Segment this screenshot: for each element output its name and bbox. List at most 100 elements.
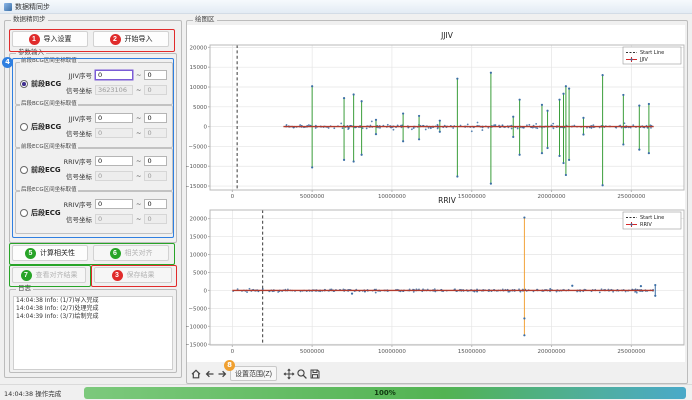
- svg-text:RRIV: RRIV: [640, 222, 652, 228]
- jjiv-index-to-input[interactable]: [144, 113, 167, 123]
- svg-text:5000: 5000: [193, 105, 207, 111]
- radio-button[interactable]: [20, 80, 28, 88]
- field-label: RRIV序号: [60, 156, 92, 166]
- sync-panel-title: 数据精同步: [11, 16, 48, 23]
- save-result-button[interactable]: 3 保存结果: [94, 267, 172, 283]
- field-label: 信号坐标: [60, 171, 92, 181]
- save-figure-button[interactable]: [308, 366, 322, 381]
- params-group: 参数输入 前段BCG区间坐标取值 前段BCG JJIV序号 ~ 信号坐标: [9, 53, 177, 243]
- radio-button[interactable]: [20, 166, 28, 174]
- svg-text:Start Line: Start Line: [640, 50, 664, 56]
- jjiv-index-from-input[interactable]: [95, 113, 133, 123]
- svg-text:15000: 15000: [190, 65, 208, 71]
- sync-panel: 数据精同步 1 导入设置 2 开始导入 参数输入 前段BCG区间坐标取值 前段B…: [4, 20, 182, 378]
- svg-text:10000: 10000: [190, 253, 208, 259]
- plot-panel-title: 绘图区: [193, 16, 217, 23]
- radio-label: 后段BCG: [31, 122, 61, 132]
- svg-text:−10000: −10000: [186, 164, 207, 170]
- calc-correlation-button[interactable]: 5 计算相关性: [12, 245, 88, 261]
- svg-text:15000000: 15000000: [458, 349, 486, 355]
- annotation-badge-8: 8: [224, 360, 235, 371]
- signal-coord-from-input[interactable]: [95, 85, 133, 95]
- rriv-chart[interactable]: 0500000010000000150000002000000025000000…: [186, 192, 686, 362]
- svg-text:5000000: 5000000: [300, 349, 325, 355]
- signal-coord-to-input[interactable]: [144, 214, 167, 224]
- log-group: 日志 14:04:38 Info: (1/7)导入完成14:04:38 Info…: [9, 289, 177, 373]
- svg-text:25000000: 25000000: [617, 349, 645, 355]
- calc-correlation-label: 计算相关性: [40, 248, 75, 258]
- jjiv-index-from-input[interactable]: [95, 70, 133, 80]
- field-label: 信号坐标: [60, 85, 92, 95]
- field-label: JJIV序号: [60, 113, 92, 123]
- correlation-align-label: 相关对齐: [125, 248, 153, 258]
- annotation-badge-5: 5: [25, 248, 36, 259]
- params-group-title: 参数输入: [16, 49, 46, 56]
- window-title: 数据精同步: [15, 2, 50, 12]
- signal-coord-to-input[interactable]: [144, 128, 167, 138]
- svg-text:5000: 5000: [193, 270, 207, 276]
- tilde-separator: ~: [136, 129, 141, 137]
- jjiv-index-to-input[interactable]: [144, 70, 167, 80]
- radio-button[interactable]: [20, 123, 28, 131]
- field-label: JJIV序号: [60, 70, 92, 80]
- rriv-index-from-input[interactable]: [95, 156, 133, 166]
- annotation-badge-3: 3: [112, 270, 123, 281]
- field-label: RRIV序号: [60, 199, 92, 209]
- param-group-title: 后段ECG区间坐标取值: [20, 188, 78, 194]
- jjiv-chart[interactable]: 0500000010000000150000002000000025000000…: [186, 26, 686, 198]
- front-bcg-radio-row[interactable]: 前段BCG: [20, 79, 61, 89]
- status-bar: 14:04:38 操作完成 100%: [0, 384, 692, 400]
- signal-coord-to-input[interactable]: [144, 85, 167, 95]
- svg-text:−5000: −5000: [188, 306, 207, 312]
- log-list[interactable]: 14:04:38 Info: (1/7)导入完成14:04:38 Info: (…: [13, 296, 173, 370]
- svg-text:20000: 20000: [190, 45, 208, 51]
- pan-icon: [283, 368, 295, 380]
- signal-coord-to-input[interactable]: [144, 171, 167, 181]
- zoom-button[interactable]: [295, 366, 309, 381]
- tilde-separator: ~: [136, 86, 141, 94]
- magnifier-icon: [296, 368, 308, 380]
- radio-button[interactable]: [20, 209, 28, 217]
- signal-coord-from-input[interactable]: [95, 171, 133, 181]
- rriv-index-to-input[interactable]: [144, 156, 167, 166]
- tilde-separator: ~: [136, 157, 141, 165]
- svg-text:0: 0: [204, 125, 208, 131]
- svg-text:−5000: −5000: [188, 144, 207, 150]
- home-icon: [190, 368, 202, 380]
- rear-bcg-radio-row[interactable]: 后段BCG: [20, 122, 61, 132]
- param-group-title: 前段ECG区间坐标取值: [20, 145, 78, 151]
- log-line: 14:04:39 Info: (3/7)绘制完成: [14, 313, 172, 321]
- app-window: 数据精同步 数据精同步 1 导入设置 2 开始导入 参数输入 前段BCG区间坐标…: [0, 0, 692, 400]
- svg-text:JJIV: JJIV: [440, 31, 454, 40]
- set-range-button[interactable]: 设置范围(Z): [230, 366, 277, 381]
- import-settings-button[interactable]: 1 导入设置: [12, 31, 88, 47]
- rear-ecg-radio-row[interactable]: 后段ECG: [20, 208, 61, 218]
- rriv-index-from-input[interactable]: [95, 199, 133, 209]
- app-icon: [4, 3, 12, 11]
- svg-text:JJIV: JJIV: [639, 57, 648, 63]
- tilde-separator: ~: [136, 114, 141, 122]
- home-button[interactable]: [189, 366, 203, 381]
- signal-coord-from-input[interactable]: [95, 128, 133, 138]
- field-label: 信号坐标: [60, 214, 92, 224]
- correlation-align-button[interactable]: 6 相关对齐: [93, 245, 169, 261]
- view-align-result-button[interactable]: 7 查看对齐结果: [12, 267, 86, 283]
- svg-text:−15000: −15000: [186, 184, 207, 190]
- signal-coord-from-input[interactable]: [95, 214, 133, 224]
- svg-text:10000000: 10000000: [378, 349, 406, 355]
- rriv-index-to-input[interactable]: [144, 199, 167, 209]
- param-group-title: 后段BCG区间坐标取值: [20, 102, 78, 108]
- radio-label: 前段ECG: [31, 165, 61, 175]
- annotation-badge-6: 6: [110, 248, 121, 259]
- param-group-rear-ecg: 后段ECG区间坐标取值 后段ECG RRIV序号 ~ 信号坐标 ~: [15, 191, 173, 234]
- svg-text:0: 0: [231, 349, 235, 355]
- annotation-badge-4: 4: [2, 57, 13, 68]
- front-ecg-radio-row[interactable]: 前段ECG: [20, 165, 61, 175]
- start-import-button[interactable]: 2 开始导入: [93, 31, 169, 47]
- annotation-badge-7: 7: [21, 270, 32, 281]
- svg-text:20000: 20000: [190, 217, 208, 223]
- save-icon: [309, 368, 321, 380]
- pan-button[interactable]: [282, 366, 296, 381]
- svg-text:Start Line: Start Line: [640, 215, 664, 221]
- annotation-badge-1: 1: [29, 34, 40, 45]
